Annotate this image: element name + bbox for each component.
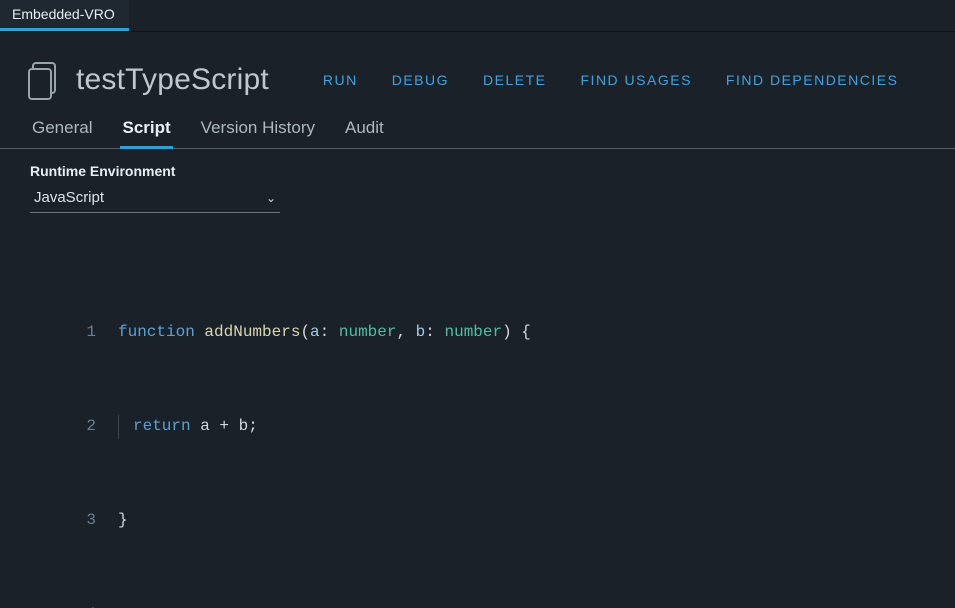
chevron-down-icon: ⌄ <box>266 191 276 205</box>
debug-button[interactable]: DEBUG <box>392 72 449 88</box>
header: testTypeScript RUN DEBUG DELETE FIND USA… <box>0 32 955 104</box>
code-editor[interactable]: 1 function addNumbers(a: number, b: numb… <box>0 219 955 608</box>
find-dependencies-button[interactable]: FIND DEPENDENCIES <box>726 72 899 88</box>
line-number: 3 <box>0 509 118 533</box>
code-line: 3 } <box>0 509 955 533</box>
runtime-select[interactable]: JavaScript ⌄ <box>30 185 280 213</box>
line-number: 1 <box>0 321 118 345</box>
run-button[interactable]: RUN <box>323 72 358 88</box>
tab-version-history[interactable]: Version History <box>199 118 317 148</box>
sub-tab-bar: General Script Version History Audit <box>0 104 955 149</box>
top-tab-bar: Embedded-VRO <box>0 0 955 32</box>
document-icon <box>28 60 62 100</box>
line-number: 4 <box>0 603 118 608</box>
page-title: testTypeScript <box>76 63 269 97</box>
tab-embedded-vro[interactable]: Embedded-VRO <box>0 0 129 31</box>
tab-script[interactable]: Script <box>120 118 172 149</box>
line-number: 2 <box>0 415 118 439</box>
tab-audit[interactable]: Audit <box>343 118 386 148</box>
tab-general[interactable]: General <box>30 118 94 148</box>
code-line: 1 function addNumbers(a: number, b: numb… <box>0 321 955 345</box>
code-line: 2 return a + b; <box>0 415 955 439</box>
runtime-label: Runtime Environment <box>30 163 925 179</box>
delete-button[interactable]: DELETE <box>483 72 546 88</box>
code-line: 4 <box>0 603 955 608</box>
find-usages-button[interactable]: FIND USAGES <box>581 72 692 88</box>
runtime-value: JavaScript <box>34 189 104 206</box>
runtime-section: Runtime Environment JavaScript ⌄ <box>0 149 955 219</box>
action-bar: RUN DEBUG DELETE FIND USAGES FIND DEPEND… <box>323 72 899 88</box>
